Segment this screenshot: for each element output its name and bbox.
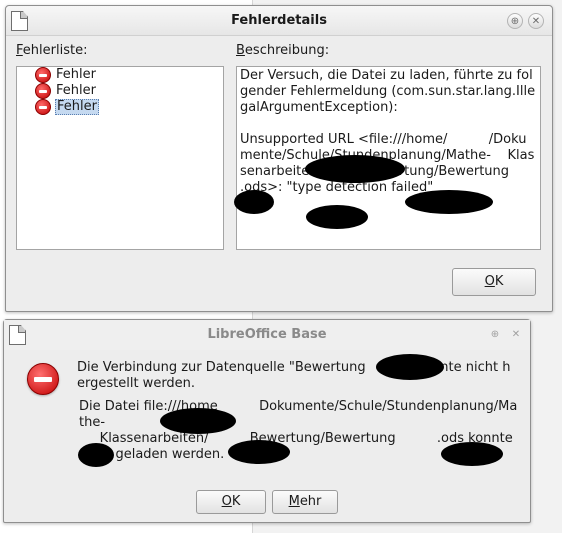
redaction: [78, 443, 114, 467]
close-icon[interactable]: ✕: [508, 327, 524, 343]
error-icon: [35, 83, 51, 99]
dialog-title: Fehlerdetails: [231, 13, 327, 28]
titlebar[interactable]: Fehlerdetails ⊕ ✕: [6, 6, 552, 36]
close-icon[interactable]: ✕: [528, 13, 544, 29]
description-label: Beschreibung:: [236, 43, 330, 58]
redaction: [306, 205, 368, 229]
rollup-icon[interactable]: ⊕: [507, 13, 523, 29]
error-item-label: Fehler: [55, 99, 99, 115]
error-item-label: Fehler: [56, 83, 96, 98]
more-button[interactable]: Mehr: [272, 490, 338, 514]
ok-button[interactable]: OK: [196, 490, 266, 514]
redaction: [441, 442, 503, 466]
titlebar[interactable]: LibreOffice Base ⊕ ✕: [4, 320, 530, 350]
redaction: [305, 155, 405, 183]
ok-button[interactable]: OK: [452, 268, 536, 296]
rollup-icon[interactable]: ⊕: [487, 327, 503, 343]
error-message: Die Verbindung zur Datenquelle "Bewertun…: [77, 360, 511, 391]
error-item-label: Fehler: [56, 67, 96, 82]
error-icon: [35, 67, 51, 83]
error-list-label: Fehlerliste:: [16, 43, 88, 58]
redaction: [376, 354, 444, 380]
error-icon: [27, 363, 59, 395]
redaction: [234, 190, 274, 214]
redaction: [405, 190, 493, 214]
redaction: [160, 408, 236, 434]
dialog-title: LibreOffice Base: [207, 327, 327, 342]
redaction: [228, 440, 290, 464]
error-icon: [35, 99, 51, 115]
